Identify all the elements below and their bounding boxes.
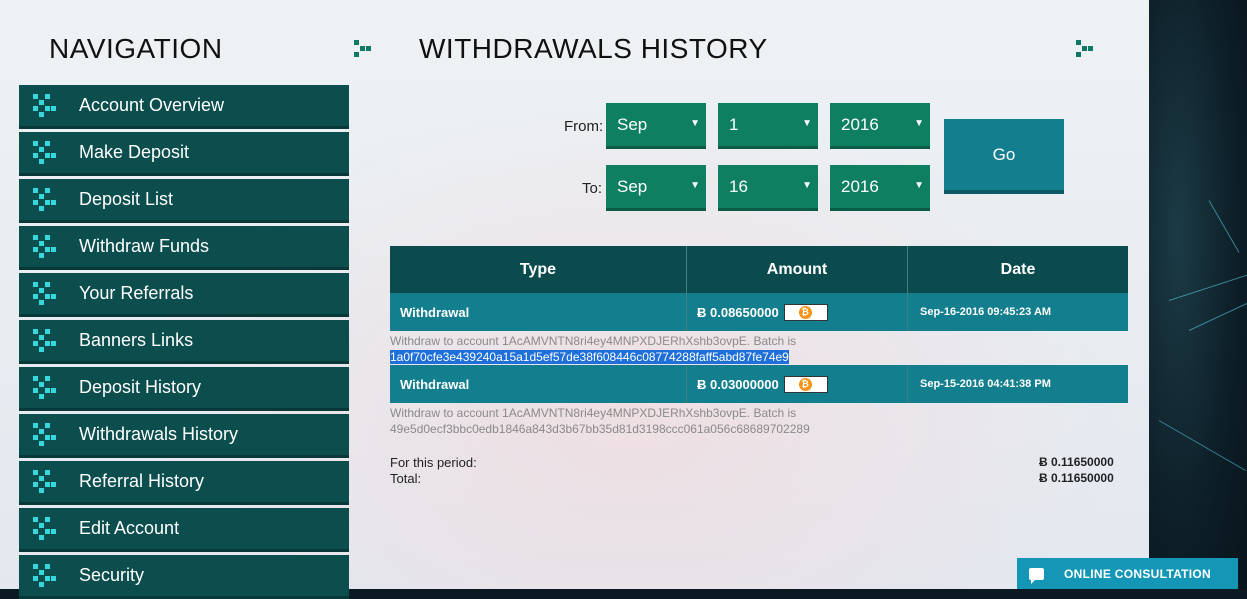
sidebar-item-banners-links[interactable]: Banners Links — [19, 320, 349, 364]
online-consultation-label: ONLINE CONSULTATION — [1064, 566, 1212, 581]
row-detail: Withdraw to account 1AcAMVNTN8ri4ey4MNPX… — [390, 333, 1128, 365]
from-year-value: 2016 — [841, 114, 879, 134]
to-label: To: — [582, 180, 603, 197]
pixel-grid-icon — [33, 234, 57, 259]
sidebar-item-withdraw-funds[interactable]: Withdraw Funds — [19, 226, 349, 270]
from-day-value: 1 — [729, 114, 739, 134]
to-month-select[interactable]: Sep ▼ — [606, 165, 706, 211]
to-year-select[interactable]: 2016 ▼ — [830, 165, 930, 211]
sidebar-item-edit-account[interactable]: Edit Account — [19, 508, 349, 552]
navigation-heading: NAVIGATION — [49, 33, 223, 64]
pixel-grid-icon — [33, 187, 57, 212]
from-day-select[interactable]: 1 ▼ — [718, 103, 818, 149]
sidebar-item-referral-history[interactable]: Referral History — [19, 461, 349, 505]
from-month-select[interactable]: Sep ▼ — [606, 103, 706, 149]
sidebar-item-withdrawals-history[interactable]: Withdrawals History — [19, 414, 349, 458]
sidebar-item-label: Withdrawals History — [79, 424, 239, 444]
sidebar-item-make-deposit[interactable]: Make Deposit — [19, 132, 349, 176]
from-label: From: — [564, 118, 604, 135]
sidebar-item-your-referrals[interactable]: Your Referrals — [19, 273, 349, 317]
chat-bubble-icon — [1029, 567, 1044, 584]
dropdown-arrow-icon: ▼ — [690, 118, 700, 129]
pixel-grid-icon — [33, 375, 57, 400]
pixel-decor-icon — [1076, 40, 1094, 60]
to-month-value: Sep — [617, 176, 648, 196]
date-cell: Sep-16-2016 09:45:23 AM — [920, 306, 1052, 318]
sidebar-item-label: Make Deposit — [79, 142, 190, 162]
sidebar-item-account-overview[interactable]: Account Overview — [19, 85, 349, 129]
column-header-date: Date — [1000, 260, 1036, 278]
sidebar-item-label: Your Referrals — [79, 283, 194, 303]
column-header-amount: Amount — [687, 246, 908, 293]
pixel-grid-icon — [33, 516, 57, 541]
table-row: Withdrawal Ƀ 0.08650000 ₿ Sep-16-2016 09… — [390, 293, 1128, 331]
dropdown-arrow-icon: ▼ — [914, 180, 924, 191]
sidebar-item-label: Referral History — [79, 471, 205, 491]
sidebar-item-label: Withdraw Funds — [79, 236, 210, 256]
table-header: Type Amount Date — [390, 246, 1128, 293]
amount-cell: Ƀ 0.08650000 ₿ — [687, 293, 908, 331]
dropdown-arrow-icon: ▼ — [914, 118, 924, 129]
sidebar-item-security[interactable]: Security — [19, 555, 349, 599]
row-detail: Withdraw to account 1AcAMVNTN8ri4ey4MNPX… — [390, 405, 1128, 437]
pixel-decor-icon — [354, 40, 372, 60]
sidebar-item-label: Deposit History — [79, 377, 202, 397]
pixel-grid-icon — [33, 469, 57, 494]
bitcoin-badge: ₿ — [783, 303, 828, 321]
pixel-grid-icon — [33, 328, 57, 353]
batch-id: 1a0f70cfe3e439240a15a1d5ef57de38f608446c… — [390, 350, 789, 364]
date-cell: Sep-15-2016 04:41:38 PM — [920, 378, 1051, 390]
bitcoin-icon: ₿ — [798, 377, 812, 391]
dropdown-arrow-icon: ▼ — [690, 180, 700, 191]
bitcoin-icon: ₿ — [798, 305, 812, 319]
batch-id: 49e5d0ecf3bbc0edb1846a843d3b67bb35d81d31… — [390, 422, 810, 436]
dropdown-arrow-icon: ▼ — [802, 180, 812, 191]
sidebar-item-label: Account Overview — [79, 95, 225, 115]
to-year-value: 2016 — [841, 176, 879, 196]
type-cell: Withdrawal — [390, 293, 687, 331]
column-header-type: Type — [390, 246, 687, 293]
table-row: Withdrawal Ƀ 0.03000000 ₿ Sep-15-2016 04… — [390, 365, 1128, 403]
dropdown-arrow-icon: ▼ — [802, 118, 812, 129]
period-value: Ƀ 0.11650000 — [1039, 455, 1114, 469]
detail-text: Withdraw to account 1AcAMVNTN8ri4ey4MNPX… — [390, 334, 797, 348]
from-year-select[interactable]: 2016 ▼ — [830, 103, 930, 149]
go-button[interactable]: Go — [944, 119, 1064, 194]
sidebar-item-label: Security — [79, 565, 145, 585]
detail-text: Withdraw to account 1AcAMVNTN8ri4ey4MNPX… — [390, 406, 797, 420]
bitcoin-badge: ₿ — [783, 375, 828, 393]
pixel-grid-icon — [33, 93, 57, 118]
total-label: Total: — [390, 471, 422, 486]
sidebar-item-label: Banners Links — [79, 330, 194, 350]
online-consultation-button[interactable]: ONLINE CONSULTATION — [1017, 558, 1238, 589]
sidebar-item-label: Edit Account — [79, 518, 180, 538]
amount-cell: Ƀ 0.03000000 ₿ — [687, 365, 908, 403]
page-title: WITHDRAWALS HISTORY — [419, 33, 768, 64]
right-decorative-strip — [1149, 0, 1247, 589]
amount-value: Ƀ 0.08650000 — [697, 304, 779, 320]
to-day-select[interactable]: 16 ▼ — [718, 165, 818, 211]
amount-value: Ƀ 0.03000000 — [697, 376, 779, 392]
sidebar-item-deposit-list[interactable]: Deposit List — [19, 179, 349, 223]
sidebar-item-deposit-history[interactable]: Deposit History — [19, 367, 349, 411]
pixel-grid-icon — [33, 563, 57, 588]
from-month-value: Sep — [617, 114, 648, 134]
period-label: For this period: — [390, 455, 477, 470]
type-cell: Withdrawal — [390, 365, 687, 403]
to-day-value: 16 — [729, 176, 748, 196]
sidebar-item-label: Deposit List — [79, 189, 174, 209]
pixel-grid-icon — [33, 422, 57, 447]
pixel-grid-icon — [33, 281, 57, 306]
total-value: Ƀ 0.11650000 — [1039, 471, 1114, 485]
pixel-grid-icon — [33, 140, 57, 165]
